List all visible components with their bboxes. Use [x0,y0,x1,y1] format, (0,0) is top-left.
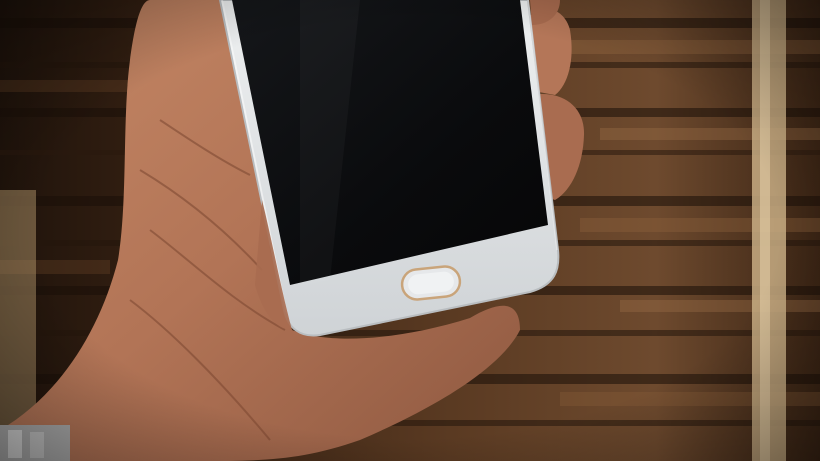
photo-scene [0,0,820,461]
photo-illustration [0,0,820,461]
